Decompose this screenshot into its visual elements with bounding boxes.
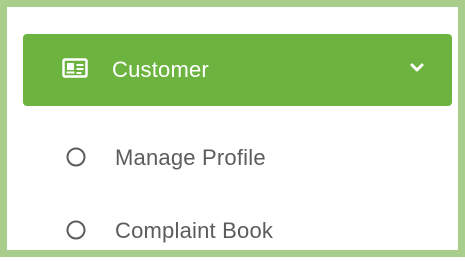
menu-item-label: Complaint Book (115, 218, 274, 243)
menu-frame: Customer Manage Profile Complaint Book (0, 0, 465, 257)
customer-menu-label: Customer (112, 57, 209, 82)
id-card-icon (62, 58, 88, 78)
circle-outline-icon (66, 220, 86, 240)
circle-outline-icon (66, 147, 86, 167)
menu-item-label: Manage Profile (115, 145, 266, 170)
customer-menu-header[interactable]: Customer (23, 34, 452, 106)
menu-item-complaint-book[interactable]: Complaint Book (23, 201, 452, 261)
menu-item-manage-profile[interactable]: Manage Profile (23, 128, 452, 188)
chevron-down-icon[interactable] (410, 61, 424, 73)
